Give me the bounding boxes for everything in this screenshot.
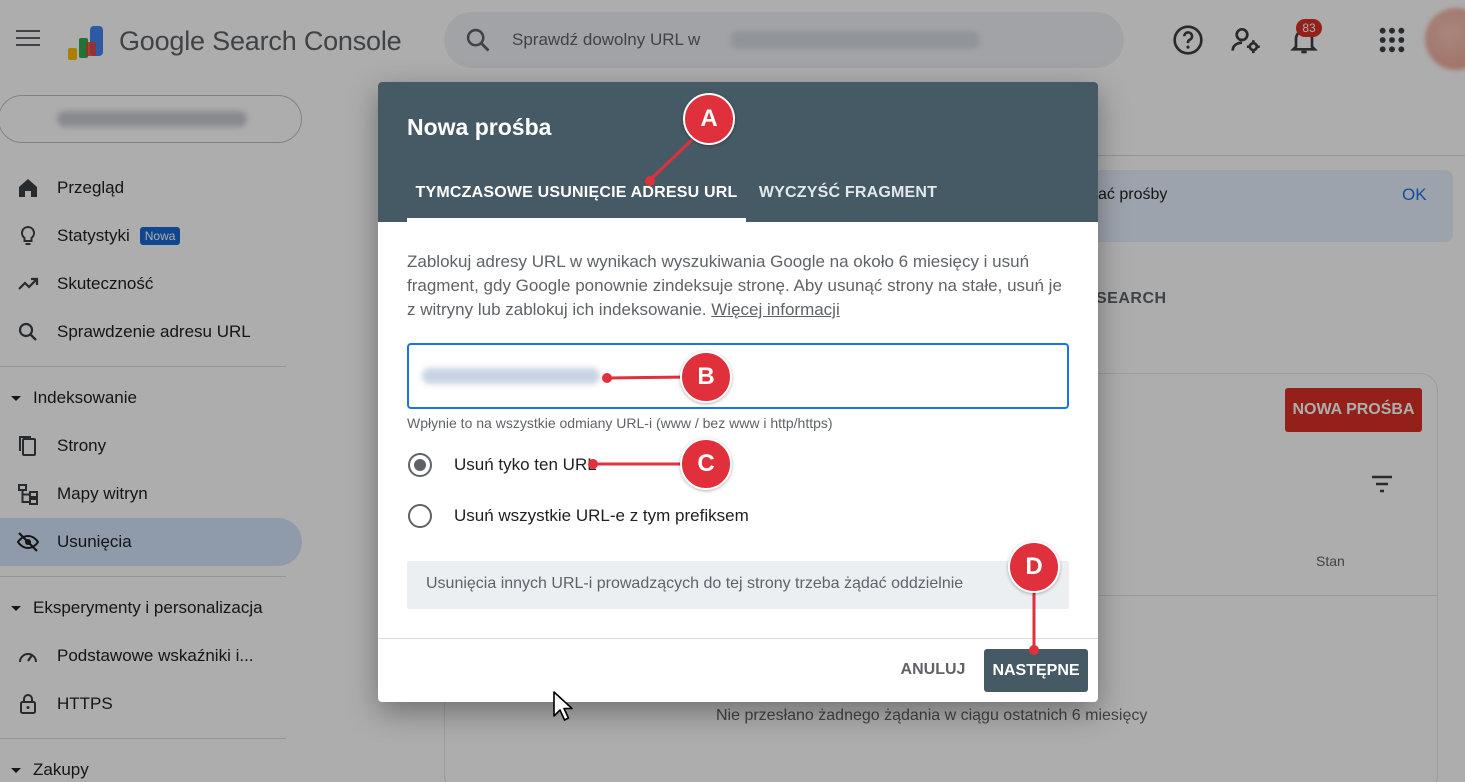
dialog-header: Nowa prośba TYMCZASOWE USUNIĘCIE ADRESU …: [378, 82, 1098, 222]
annotation-marker-d: D: [1008, 541, 1060, 593]
annotation-marker-a: A: [683, 93, 735, 145]
annotation-marker-c: C: [680, 438, 732, 490]
note-text: Usunięcia innych URL-i prowadzących do t…: [426, 575, 964, 592]
blurred-url-value: [422, 368, 600, 384]
next-button[interactable]: NASTĘPNE: [984, 649, 1088, 692]
new-request-dialog: Nowa prośba TYMCZASOWE USUNIĘCIE ADRESU …: [378, 82, 1098, 702]
mouse-pointer-icon: [553, 691, 573, 721]
radio-label: Usuń wszystkie URL-e z tym prefiksem: [454, 506, 749, 525]
annotation-marker-b: B: [680, 351, 732, 403]
tab-clear-cached-url[interactable]: WYCZYŚĆ FRAGMENT: [748, 174, 948, 222]
dialog-title: Nowa prośba: [407, 114, 552, 140]
radio-label: Usuń tyko ten URL: [454, 455, 597, 474]
cancel-button[interactable]: ANULUJ: [890, 650, 976, 690]
url-hint: Wpłynie to na wszystkie odmiany URL-i (w…: [407, 415, 833, 431]
radio-option-this-url[interactable]: Usuń tyko ten URL: [408, 450, 597, 480]
tab-temporary-removal[interactable]: TYMCZASOWE USUNIĘCIE ADRESU URL: [407, 174, 746, 222]
radio-button-checked[interactable]: [408, 453, 432, 477]
info-note: Usunięcia innych URL-i prowadzących do t…: [407, 561, 1069, 609]
radio-option-prefix[interactable]: Usuń wszystkie URL-e z tym prefiksem: [408, 501, 749, 531]
dialog-footer-divider: [378, 638, 1098, 639]
radio-button-unchecked[interactable]: [408, 504, 432, 528]
dialog-description: Zablokuj adresy URL w wynikach wyszukiwa…: [407, 250, 1069, 322]
learn-more-link[interactable]: Więcej informacji: [711, 300, 839, 319]
